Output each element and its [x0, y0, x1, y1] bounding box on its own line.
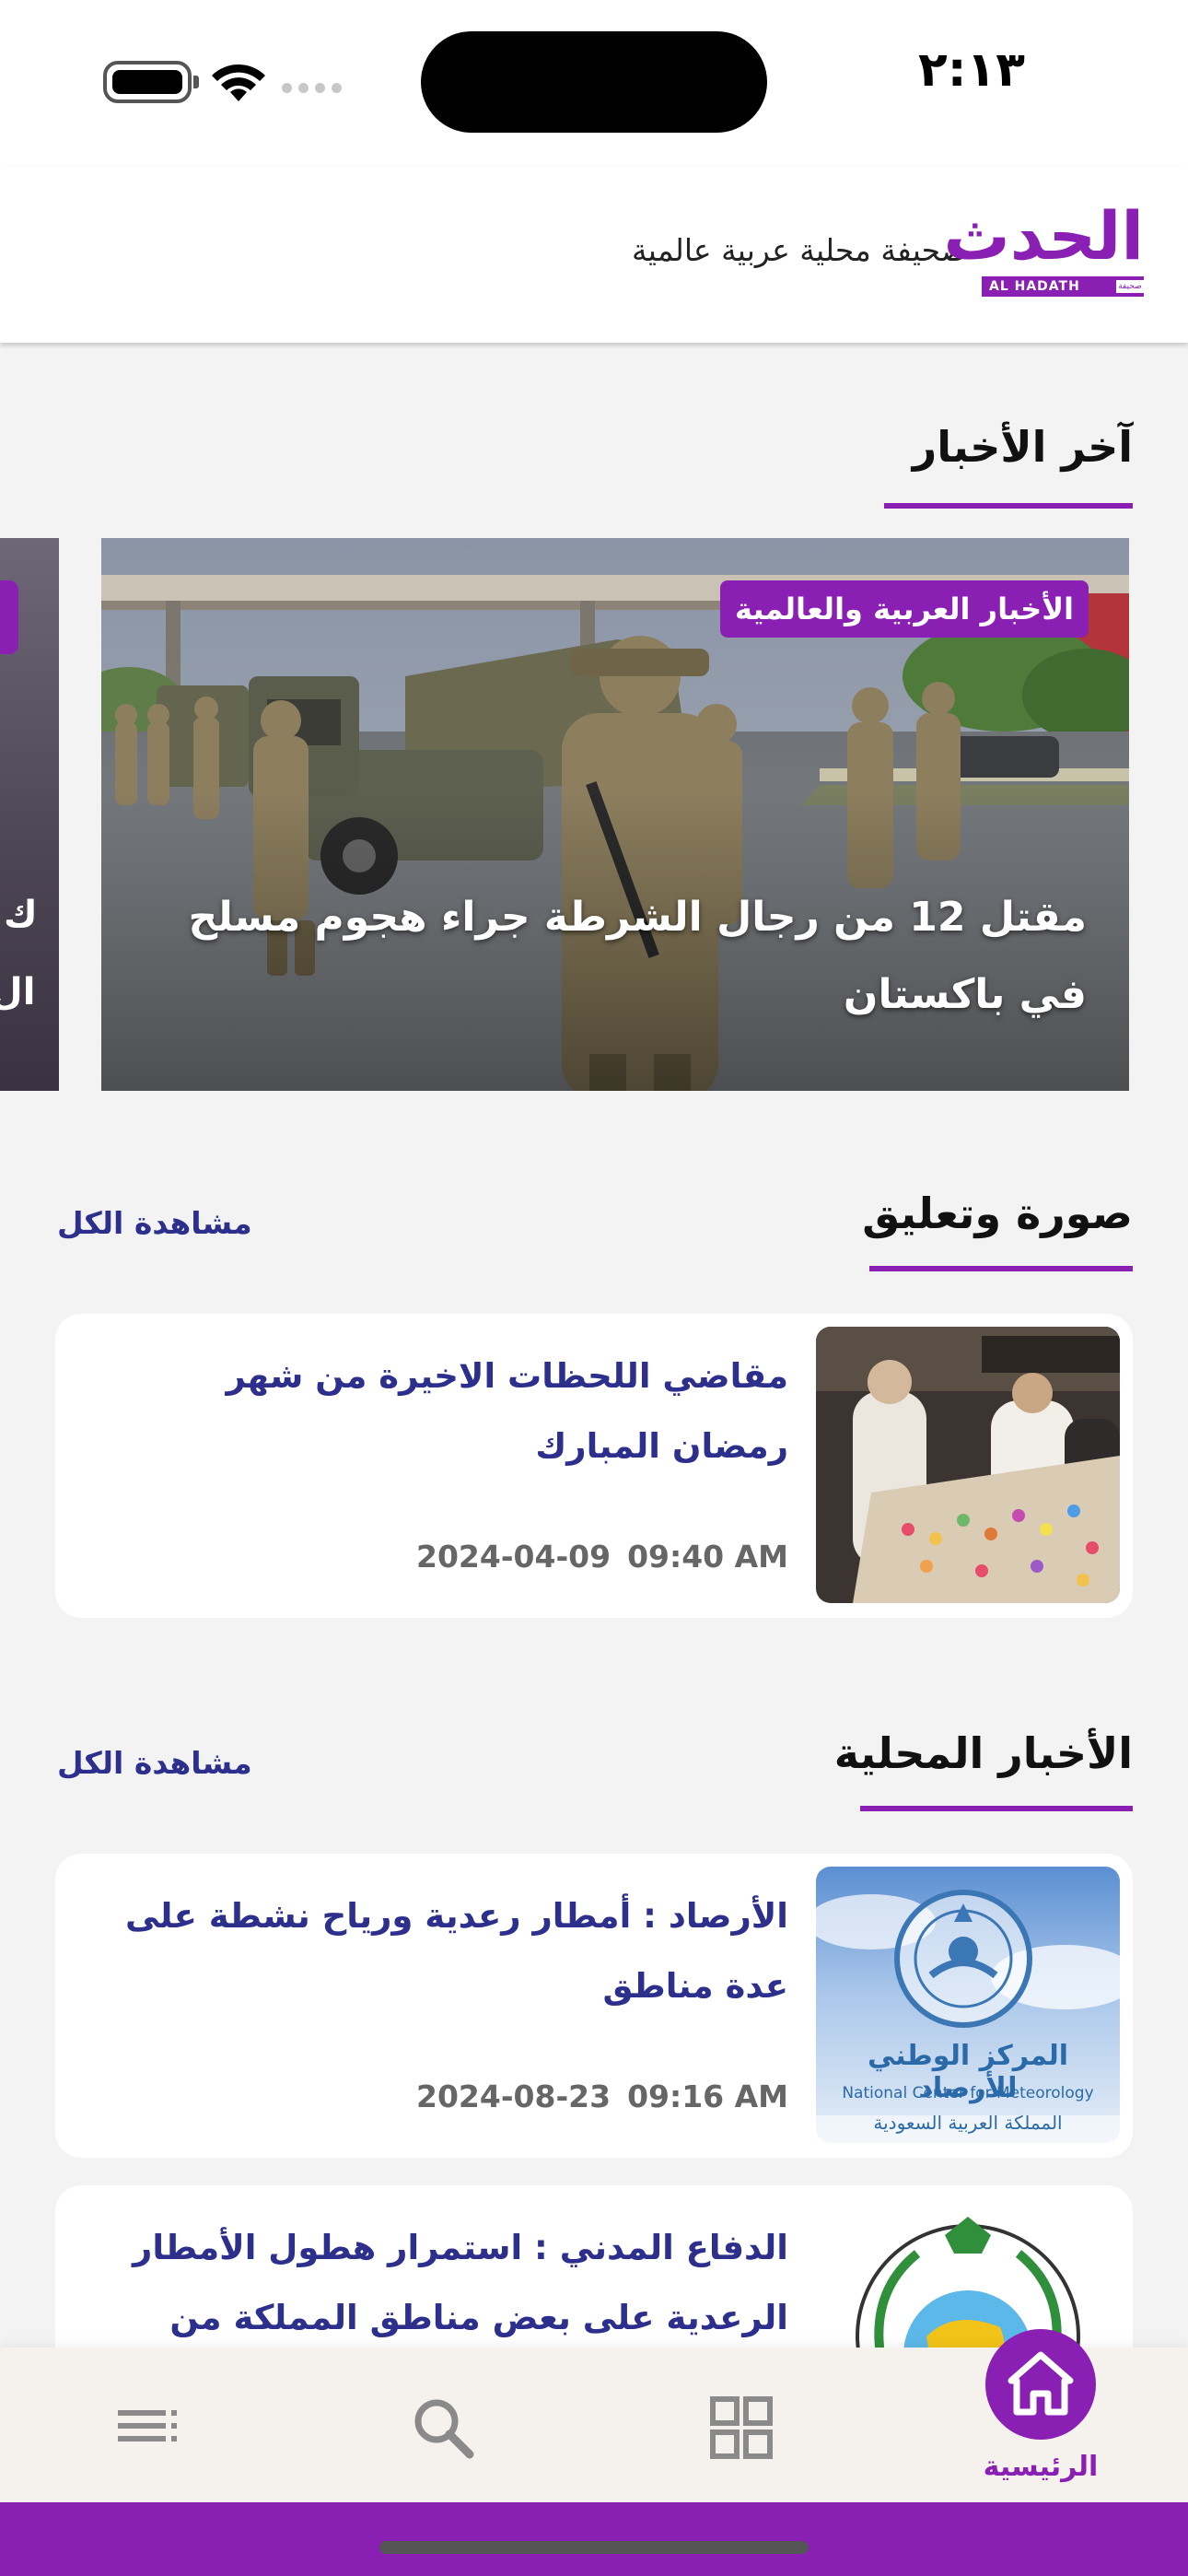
latest-news-title: آخر الأخبار — [912, 422, 1133, 472]
side-card-text: ال — [0, 971, 36, 1013]
photo-comment-underline — [869, 1266, 1133, 1271]
carousel-prev-card[interactable]: ك ال — [0, 538, 59, 1091]
news-card[interactable]: المركز الوطني للأرصاد National Center fo… — [55, 1854, 1133, 2158]
news-thumbnail: المركز الوطني للأرصاد National Center fo… — [816, 1867, 1120, 2143]
side-card-text: ك — [4, 894, 38, 936]
photo-comment-title: صورة وتعليق — [862, 1188, 1133, 1238]
news-card-title[interactable]: الأرصاد : أمطار رعدية ورياح نشطة على عدة… — [125, 1881, 788, 2021]
hero-news-card[interactable]: الأخبار العربية والعالمية مقتل 12 من رجا… — [101, 538, 1129, 1091]
latest-news-underline — [884, 503, 1133, 509]
news-card-title[interactable]: مقاضي اللحظات الاخيرة من شهر رمضان المبا… — [125, 1341, 789, 1481]
news-card-datetime: 2024-04-09 09:40 AM — [400, 1539, 788, 1575]
dynamic-island — [421, 31, 767, 133]
grid-icon[interactable] — [709, 2395, 774, 2460]
local-news-title: الأخبار المحلية — [833, 1728, 1133, 1778]
news-card-date: 2024-08-23 — [415, 2078, 611, 2114]
battery-icon — [103, 61, 199, 103]
app-logo[interactable]: الحدث AL HADATH صحيفة — [943, 203, 1146, 300]
bottom-brand-bar — [0, 2502, 1188, 2576]
search-icon[interactable] — [411, 2395, 475, 2460]
app-screen: ٢:١٣ صحيفة محلية عربية عالمية الحدث AL H… — [0, 0, 1188, 2576]
thumb-caption-ar2: المملكة العربية السعودية — [873, 2112, 1063, 2134]
news-card-time: 09:16 AM — [627, 2078, 788, 2114]
news-card-datetime: 2024-08-23 09:16 AM — [400, 2078, 788, 2114]
news-card-date: 2024-04-09 — [415, 1539, 611, 1575]
home-tab-button[interactable] — [985, 2329, 1096, 2440]
hero-category-badge[interactable]: الأخبار العربية والعالمية — [720, 580, 1089, 638]
home-icon — [1007, 2351, 1074, 2416]
hero-headline[interactable]: مقتل 12 من رجال الشرطة جراء هجوم مسلح في… — [166, 879, 1087, 1034]
news-card[interactable]: مقاضي اللحظات الاخيرة من شهر رمضان المبا… — [55, 1314, 1133, 1618]
header-tagline: صحيفة محلية عربية عالمية — [632, 232, 967, 268]
photo-comment-see-all-link[interactable]: مشاهدة الكل — [57, 1205, 252, 1241]
menu-icon[interactable] — [116, 2395, 181, 2460]
cellular-signal-icon — [282, 83, 342, 93]
news-thumbnail — [816, 1327, 1120, 1603]
status-time: ٢:١٣ — [917, 42, 1025, 98]
local-news-underline — [860, 1806, 1133, 1811]
local-news-see-all-link[interactable]: مشاهدة الكل — [57, 1745, 252, 1781]
thumb-caption-en: National Center for Meteorology — [842, 2084, 1094, 2102]
app-header: صحيفة محلية عربية عالمية الحدث AL HADATH… — [0, 166, 1188, 343]
news-card-time: 09:40 AM — [627, 1539, 788, 1575]
home-tab-label[interactable]: الرئيسية — [976, 2451, 1105, 2483]
home-indicator[interactable] — [379, 2541, 809, 2554]
status-bar: ٢:١٣ — [0, 0, 1188, 166]
logo-tag: صحيفة — [1116, 280, 1144, 293]
logo-text: الحدث — [943, 197, 1144, 275]
wifi-icon — [212, 64, 265, 101]
side-card-category-tab — [0, 580, 18, 654]
